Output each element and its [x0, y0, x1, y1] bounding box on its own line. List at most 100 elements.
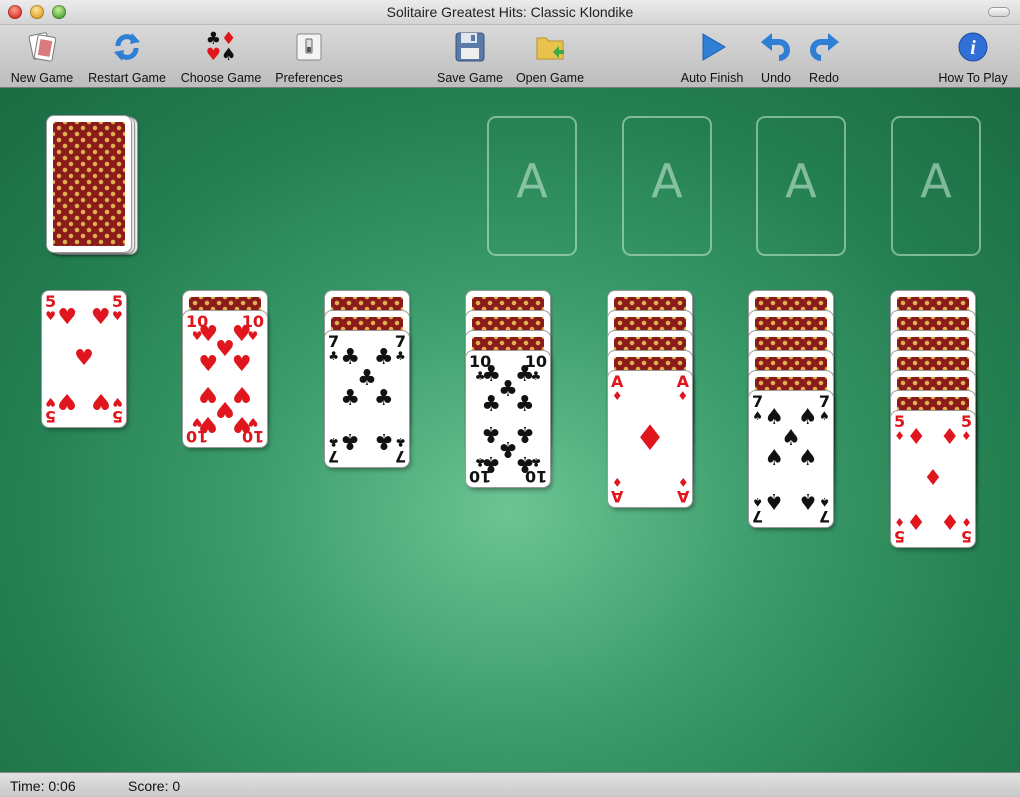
diamonds-suit-icon: ♦: [677, 475, 689, 489]
foundation-slot-1[interactable]: A: [487, 116, 577, 256]
card-corner-index: 7 ♠: [752, 495, 764, 526]
clubs-pip-icon: ♣: [373, 386, 394, 411]
hearts-suit-icon: ♥: [112, 395, 123, 409]
title-bar: Solitaire Greatest Hits: Classic Klondik…: [0, 0, 1020, 25]
diamonds-pip-icon: ♦: [923, 466, 943, 491]
card-corner-index: 5 ♥: [45, 294, 56, 323]
clubs-pip-icon: ♣: [340, 427, 361, 453]
card-corner-index: 7 ♠: [819, 495, 830, 526]
clubs-pip-icon: ♣: [514, 450, 535, 476]
foundation-slot-2[interactable]: A: [622, 116, 712, 256]
spades-suit-icon: ♠: [819, 409, 830, 423]
new-game-button[interactable]: New Game: [8, 29, 76, 85]
foundation-label: A: [920, 154, 952, 208]
diamonds-pip-icon: ♦: [906, 425, 927, 451]
restart-icon: [109, 29, 145, 65]
foundation-slot-3[interactable]: A: [756, 116, 846, 256]
undo-arrow-icon: [758, 29, 794, 65]
hearts-pip-icon: ♥: [198, 352, 219, 378]
hearts-pip-icon: ♥: [57, 387, 78, 413]
card-corner-index: 7 ♠: [819, 394, 830, 423]
window-title: Solitaire Greatest Hits: Classic Klondik…: [386, 4, 634, 20]
diamonds-suit-icon: ♦: [677, 389, 689, 403]
status-bar: Time: 0:06 Score: 0: [0, 772, 1020, 797]
open-game-label: Open Game: [515, 71, 585, 85]
redo-button[interactable]: Redo: [804, 29, 844, 85]
face-up-card[interactable]: 7 ♣ 7 ♣ 7 ♣ 7 ♣ ♣ ♣ ♣ ♣ ♣ ♣ ♣: [325, 331, 409, 467]
card-corner-index: 5 ♥: [45, 395, 57, 426]
restart-game-button[interactable]: Restart Game: [84, 29, 170, 85]
game-table: A A A A 5 ♥ 5 ♥ 5 ♥ 5 ♥ ♥ ♥ ♥ ♥ ♥ 10 ♥ 10 ♥ 10 ♥ 10 ♥ ♥ ♥ ♥ ♥ ♥ ♥ ♥…: [0, 88, 1020, 772]
open-game-button[interactable]: Open Game: [512, 29, 588, 85]
auto-finish-label: Auto Finish: [680, 71, 744, 85]
card-suits-icon: ♣♦ ♥♠: [205, 29, 237, 65]
hearts-pip-icon: ♥: [231, 322, 252, 348]
face-up-card[interactable]: 7 ♠ 7 ♠ 7 ♠ 7 ♠ ♠ ♠ ♠ ♠ ♠ ♠ ♠: [749, 391, 833, 527]
diamonds-pip-icon: ♦: [939, 507, 960, 533]
redo-label: Redo: [809, 71, 839, 85]
card-corner-index: 5 ♦: [961, 515, 972, 546]
clubs-pip-icon: ♣: [514, 420, 535, 446]
hearts-pip-icon: ♥: [90, 387, 111, 413]
undo-button[interactable]: Undo: [756, 29, 796, 85]
elapsed-time: Time: 0:06: [10, 778, 76, 794]
info-icon: i: [955, 29, 991, 65]
stock-card-back[interactable]: [47, 116, 131, 252]
hearts-suit-icon: ♥: [45, 309, 56, 323]
face-up-card[interactable]: 5 ♥ 5 ♥ 5 ♥ 5 ♥ ♥ ♥ ♥ ♥ ♥: [42, 291, 126, 427]
hearts-pip-icon: ♥: [57, 305, 78, 331]
redo-arrow-icon: [806, 29, 842, 65]
card-rank: 7: [328, 447, 340, 466]
auto-finish-button[interactable]: Auto Finish: [676, 29, 748, 85]
toolbar-toggle-button[interactable]: [988, 7, 1010, 17]
clubs-suit-icon: ♣: [328, 435, 339, 449]
card-rank: A: [611, 487, 624, 506]
how-to-play-label: How To Play: [938, 71, 1008, 85]
diamonds-pip-icon: ♦: [906, 507, 927, 533]
hearts-pip-icon: ♥: [231, 410, 252, 436]
clubs-suit-icon: ♣: [395, 435, 406, 449]
new-game-icon: [24, 29, 60, 65]
diamonds-suit-icon: ♦: [894, 429, 905, 443]
card-corner-index: A ♦: [677, 374, 689, 403]
save-game-label: Save Game: [436, 71, 503, 85]
card-rank: A: [676, 487, 689, 506]
hearts-pip-icon: ♥: [74, 346, 94, 371]
hearts-pip-icon: ♥: [198, 410, 219, 436]
diamonds-pip-icon: ♦: [939, 425, 960, 451]
preferences-button[interactable]: Preferences: [272, 29, 346, 85]
clubs-pip-icon: ♣: [481, 450, 502, 476]
face-up-card[interactable]: 10 ♥ 10 ♥ 10 ♥ 10 ♥ ♥ ♥ ♥ ♥ ♥ ♥ ♥ ♥ ♥ ♥: [183, 311, 267, 447]
face-up-card[interactable]: 10 ♣ 10 ♣ 10 ♣ 10 ♣ ♣ ♣ ♣ ♣ ♣ ♣ ♣ ♣ ♣ ♣: [466, 351, 550, 487]
spades-suit-icon: ♠: [752, 495, 763, 509]
spades-pip-icon: ♠: [764, 487, 785, 513]
foundation-label: A: [651, 154, 683, 208]
hearts-pip-icon: ♥: [231, 380, 252, 406]
card-corner-index: 5 ♥: [112, 294, 123, 323]
card-corner-index: 5 ♦: [894, 414, 905, 443]
restart-game-label: Restart Game: [88, 71, 166, 85]
card-corner-index: A ♦: [611, 374, 623, 403]
spades-pip-icon: ♠: [797, 446, 818, 471]
foundation-slot-4[interactable]: A: [891, 116, 981, 256]
card-corner-index: 7 ♣: [328, 435, 340, 466]
how-to-play-button[interactable]: i How To Play: [934, 29, 1012, 85]
choose-game-label: Choose Game: [180, 71, 262, 85]
diamonds-suit-icon: ♦: [611, 475, 623, 489]
diamonds-suit-icon: ♦: [961, 429, 972, 443]
diamonds-suit-icon: ♦: [894, 515, 905, 529]
floppy-disk-icon: [452, 29, 488, 65]
svg-text:i: i: [970, 37, 976, 59]
card-corner-index: 7 ♣: [328, 334, 339, 363]
save-game-button[interactable]: Save Game: [436, 29, 504, 85]
choose-game-button[interactable]: ♣♦ ♥♠ Choose Game: [176, 29, 266, 86]
card-corner-index: 5 ♥: [112, 395, 123, 426]
face-up-card[interactable]: A ♦ A ♦ A ♦ A ♦ ♦: [608, 371, 692, 507]
clubs-pip-icon: ♣: [373, 345, 394, 371]
card-rank: 5: [45, 407, 57, 426]
card-rank: 5: [894, 527, 906, 546]
hearts-pip-icon: ♥: [231, 352, 252, 378]
card-rank: 7: [752, 507, 764, 526]
face-up-card[interactable]: 5 ♦ 5 ♦ 5 ♦ 5 ♦ ♦ ♦ ♦ ♦ ♦: [891, 411, 975, 547]
spades-suit-icon: ♠: [819, 495, 830, 509]
